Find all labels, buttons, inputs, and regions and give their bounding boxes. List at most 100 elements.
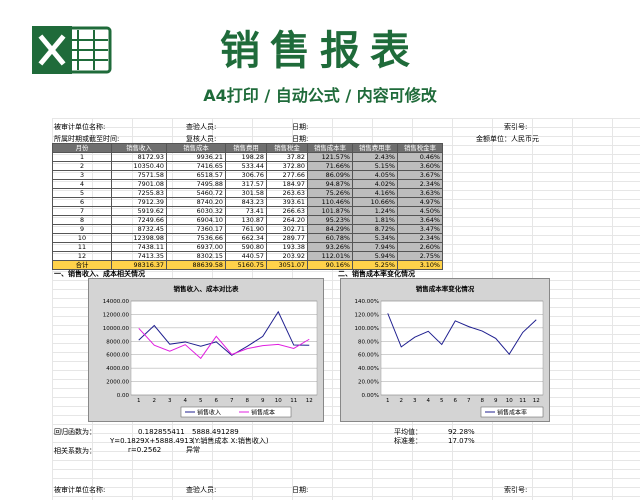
table-cell: 10 xyxy=(52,233,112,243)
table-cell: 7255.83 xyxy=(111,188,167,198)
cost-rate-chart-svg: 销售成本率变化情况140.00%120.00%100.00%80.00%60.0… xyxy=(355,284,544,418)
x-tick-label: 12 xyxy=(306,398,313,404)
table-row: 4 7901.08 7495.88 317.57 184.97 94.87% 4.02% 2.… xyxy=(52,179,443,189)
chart-title: 销售收入、成本对比表 xyxy=(174,284,240,293)
col-tax: 销售税金 xyxy=(266,143,308,153)
regression-intercept: 5888.491289 xyxy=(192,428,239,436)
x-tick-label: 7 xyxy=(230,398,234,404)
col-tax-rate: 销售税金率 xyxy=(397,143,443,153)
y-tick-label: 100.00% xyxy=(355,326,379,332)
table-cell: 2.75% xyxy=(397,251,443,261)
table-cell: 3.64% xyxy=(397,215,443,225)
footer-index-no-label: 索引号: xyxy=(504,486,528,494)
std-value: 17.07% xyxy=(448,437,475,445)
table-cell: 4.97% xyxy=(397,197,443,207)
table-cell: 4.50% xyxy=(397,206,443,216)
regression-label: 回归函数为： xyxy=(54,428,96,436)
table-row: 1 8172.93 9936.21 198.28 37.82 121.57% 2.43% 0.… xyxy=(52,152,443,162)
table-cell: 3.60% xyxy=(397,161,443,171)
table-cell: 7912.39 xyxy=(111,197,167,207)
table-row: 7 5919.62 6030.32 73.41 266.63 101.87% 1.24% 4.… xyxy=(52,206,443,216)
table-cell: 8740.20 xyxy=(166,197,226,207)
y-tick-label: 80.00% xyxy=(358,339,379,345)
table-cell: 317.57 xyxy=(225,179,267,189)
y-tick-label: 60.00% xyxy=(358,353,379,359)
regression-equation: Y=0.1829X+5888.4913 xyxy=(110,437,194,445)
x-tick-label: 8 xyxy=(481,398,485,404)
table-cell: 37.82 xyxy=(266,152,308,162)
y-tick-label: 2000.00 xyxy=(106,380,129,386)
revenue-cost-chart-svg: 销售收入、成本对比表14000.0012000.0010000.008000.0… xyxy=(103,284,318,418)
table-cell: 5 xyxy=(52,188,112,198)
x-tick-label: 6 xyxy=(454,398,458,404)
plot-area xyxy=(380,300,544,396)
table-cell: 0.46% xyxy=(397,152,443,162)
table-cell: 86.09% xyxy=(307,170,353,180)
table-cell: 5.34% xyxy=(352,233,398,243)
table-cell: 393.61 xyxy=(266,197,308,207)
table-row: 10 12398.98 7536.66 662.34 289.77 60.78% 5.34%… xyxy=(52,233,443,243)
table-cell: 6 xyxy=(52,197,112,207)
table-row: 3 7571.58 6518.57 306.76 277.66 86.09% 4.05% 3.… xyxy=(52,170,443,180)
table-cell: 264.20 xyxy=(266,215,308,225)
table-cell: 8 xyxy=(52,215,112,225)
mean-value: 92.28% xyxy=(448,428,475,436)
regression-slope: 0.182855411 xyxy=(138,428,185,436)
table-cell: 5.15% xyxy=(352,161,398,171)
table-row: 9 8732.45 7360.17 761.90 302.71 84.29% 8.72% 3.… xyxy=(52,224,443,234)
x-tick-label: 2 xyxy=(153,398,157,404)
y-tick-label: 10000.00 xyxy=(103,326,130,332)
total-cell: 5160.75 xyxy=(225,260,267,270)
table-cell: 1.24% xyxy=(352,206,398,216)
x-tick-label: 3 xyxy=(413,398,417,404)
table-cell: 94.87% xyxy=(307,179,353,189)
table-cell: 4 xyxy=(52,179,112,189)
sales-table: 月份 销售收入 销售成本 销售费用 销售税金 销售成本率 销售费用率 销售税金率… xyxy=(52,143,443,270)
x-tick-label: 10 xyxy=(275,398,282,404)
table-row: 12 7413.35 8302.15 440.57 203.92 112.01% 5.94%… xyxy=(52,251,443,261)
table-cell: 533.44 xyxy=(225,161,267,171)
table-cell: 8172.93 xyxy=(111,152,167,162)
table-cell: 12398.98 xyxy=(111,233,167,243)
regression-equation-note: (Y:销售成本 X:销售收入) xyxy=(192,437,269,445)
col-revenue: 销售收入 xyxy=(111,143,167,153)
y-tick-label: 0.00% xyxy=(362,393,379,399)
footer-audited-unit-label: 被审计单位名称: xyxy=(54,486,106,494)
table-cell: 2 xyxy=(52,161,112,171)
table-cell: 6030.32 xyxy=(166,206,226,216)
correlation-note: 异常 xyxy=(186,446,200,454)
table-cell: 3.47% xyxy=(397,224,443,234)
revenue-cost-chart: 销售收入、成本对比表 14000.00 12000.00 10000.00 8000.0… xyxy=(88,278,324,422)
x-tick-label: 3 xyxy=(168,398,172,404)
table-cell: 60.78% xyxy=(307,233,353,243)
total-cell: 88639.58 xyxy=(166,260,226,270)
table-cell: 263.63 xyxy=(266,188,308,198)
y-tick-label: 12000.00 xyxy=(103,312,130,318)
table-cell: 4.16% xyxy=(352,188,398,198)
table-cell: 93.26% xyxy=(307,242,353,252)
table-cell: 289.77 xyxy=(266,233,308,243)
table-cell: 2.34% xyxy=(397,233,443,243)
col-cost: 销售成本 xyxy=(166,143,226,153)
table-cell: 843.23 xyxy=(225,197,267,207)
table-cell: 372.80 xyxy=(266,161,308,171)
table-cell: 3.67% xyxy=(397,170,443,180)
table-cell: 203.92 xyxy=(266,251,308,261)
y-tick-label: 20.00% xyxy=(358,380,379,386)
col-cost-rate: 销售成本率 xyxy=(307,143,353,153)
col-month: 月份 xyxy=(52,143,112,153)
chart-title: 销售成本率变化情况 xyxy=(416,284,475,293)
table-cell: 440.57 xyxy=(225,251,267,261)
legend-label: 销售成本率 xyxy=(497,409,527,417)
table-cell: 7495.88 xyxy=(166,179,226,189)
table-cell: 11 xyxy=(52,242,112,252)
table-cell: 95.23% xyxy=(307,215,353,225)
page-title: 销售报表 xyxy=(220,28,420,74)
y-tick-label: 4000.00 xyxy=(106,366,129,372)
table-cell: 101.87% xyxy=(307,206,353,216)
table-cell: 3 xyxy=(52,170,112,180)
x-tick-label: 1 xyxy=(386,398,390,404)
table-cell: 7413.35 xyxy=(111,251,167,261)
table-cell: 2.34% xyxy=(397,179,443,189)
correlation-label: 相关系数为： xyxy=(54,447,96,455)
